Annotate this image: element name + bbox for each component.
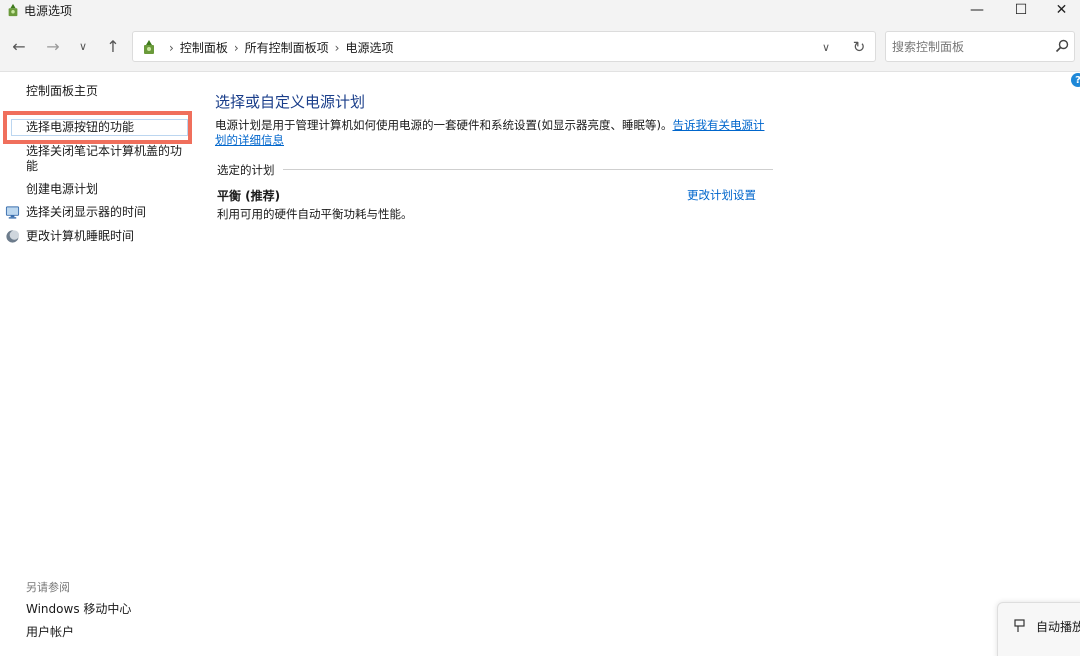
recent-locations-button[interactable]: ∨: [72, 36, 94, 56]
refresh-button[interactable]: ↻: [849, 37, 869, 57]
description-text: 电源计划是用于管理计算机如何使用电源的一套硬件和系统设置(如显示器亮度、睡眠等)…: [215, 118, 673, 132]
maximize-button[interactable]: ☐: [999, 0, 1043, 20]
section-divider: [283, 169, 773, 170]
autoplay-label: 自动播放: [1036, 620, 1080, 634]
autoplay-icon: [1014, 619, 1025, 632]
help-icon[interactable]: ?: [1071, 73, 1080, 87]
window-title: 电源选项: [24, 4, 73, 18]
maximize-icon: ☐: [1014, 2, 1028, 18]
sidebar-item-lid-close[interactable]: 选择关闭笔记本计算机盖的功能: [26, 144, 186, 174]
search-box[interactable]: [885, 31, 1075, 62]
monitor-icon: [5, 206, 20, 219]
chevron-down-icon: ∨: [78, 39, 88, 53]
search-input[interactable]: [892, 38, 1042, 56]
control-panel-icon: [144, 40, 154, 54]
sidebar: 控制面板主页 选择电源按钮的功能 选择关闭笔记本计算机盖的功能 创建电源计划 选…: [0, 72, 200, 656]
back-arrow-icon: ←: [12, 36, 26, 56]
search-icon[interactable]: [1054, 38, 1070, 54]
title-bar: 电源选项 — ☐ ✕: [0, 0, 1080, 20]
up-arrow-icon: ↑: [106, 36, 120, 56]
forward-arrow-icon: →: [46, 36, 60, 56]
sidebar-item-control-panel-home[interactable]: 控制面板主页: [26, 84, 98, 99]
sidebar-item-display-off[interactable]: 选择关闭显示器的时间: [26, 205, 146, 220]
autoplay-notification[interactable]: 自动播放: [997, 602, 1080, 656]
sidebar-item-user-accounts[interactable]: 用户帐户: [26, 625, 74, 640]
close-icon: ✕: [1055, 2, 1068, 18]
breadcrumb-power-options[interactable]: 电源选项: [345, 39, 393, 56]
minimize-button[interactable]: —: [955, 0, 999, 20]
breadcrumb-separator: ›: [169, 40, 174, 55]
sidebar-item-mobility-center[interactable]: Windows 移动中心: [26, 602, 131, 617]
forward-button[interactable]: →: [42, 36, 64, 56]
power-options-icon: [8, 3, 18, 17]
page-title: 选择或自定义电源计划: [215, 93, 366, 111]
minimize-icon: —: [970, 2, 984, 18]
help-glyph: ?: [1075, 75, 1080, 86]
breadcrumb: › 控制面板 › 所有控制面板项 › 电源选项: [163, 39, 393, 56]
sidebar-item-sleep-time[interactable]: 更改计算机睡眠时间: [26, 229, 134, 244]
selected-plan-heading: 选定的计划: [217, 163, 275, 177]
back-button[interactable]: ←: [8, 36, 30, 56]
breadcrumb-separator[interactable]: ›: [234, 41, 239, 55]
sidebar-item-create-plan[interactable]: 创建电源计划: [26, 182, 98, 197]
sidebar-item-power-button[interactable]: 选择电源按钮的功能: [26, 120, 134, 135]
moon-icon: [6, 230, 20, 243]
change-plan-settings-link[interactable]: 更改计划设置: [687, 187, 756, 203]
refresh-icon: ↻: [852, 38, 866, 56]
close-button[interactable]: ✕: [1043, 0, 1080, 20]
address-history-button[interactable]: ∨: [817, 38, 835, 56]
breadcrumb-control-panel[interactable]: 控制面板: [180, 39, 228, 56]
address-bar[interactable]: › 控制面板 › 所有控制面板项 › 电源选项 ∨ ↻: [132, 31, 876, 62]
breadcrumb-all-items[interactable]: 所有控制面板项: [245, 39, 329, 56]
chevron-down-icon: ∨: [821, 40, 831, 54]
see-also-heading: 另请参阅: [26, 581, 70, 594]
page-description: 电源计划是用于管理计算机如何使用电源的一套硬件和系统设置(如显示器亮度、睡眠等)…: [215, 118, 775, 148]
plan-description: 利用可用的硬件自动平衡功耗与性能。: [217, 207, 413, 221]
breadcrumb-separator[interactable]: ›: [335, 41, 340, 55]
plan-name: 平衡 (推荐): [217, 189, 281, 203]
up-button[interactable]: ↑: [102, 36, 124, 56]
navigation-bar: ← → ∨ ↑ › 控制面板 › 所有控制面板项 › 电源选项 ∨ ↻: [0, 20, 1080, 72]
